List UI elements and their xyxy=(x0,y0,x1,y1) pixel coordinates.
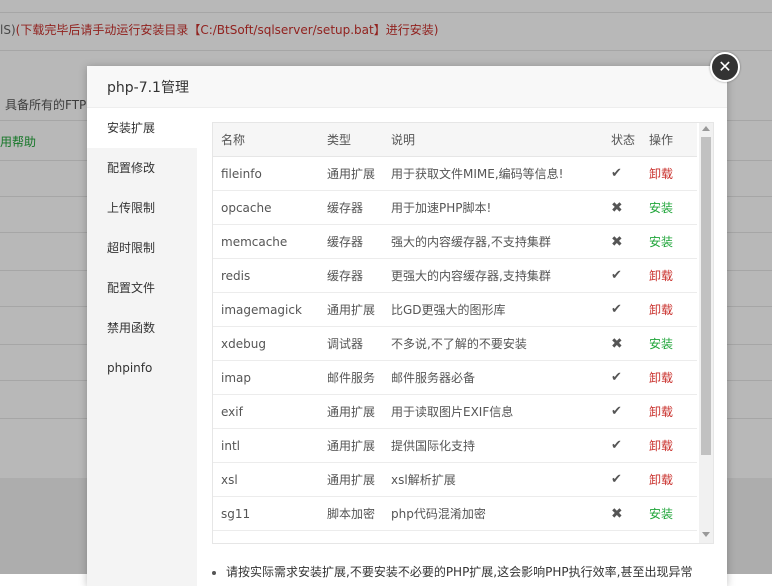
column-header-name: 名称 xyxy=(213,123,319,157)
extension-description: php代码混淆加密 xyxy=(383,496,603,531)
table-scrollbar[interactable] xyxy=(699,123,713,543)
not-installed-cross-icon: ✖ xyxy=(603,496,641,531)
scrollbar-thumb[interactable] xyxy=(701,137,711,455)
usage-tip: 请按实际需求安装扩展,不要安装不必要的PHP扩展,这会影响PHP执行效率,甚至出… xyxy=(212,563,692,580)
extension-type: 脚本加密 xyxy=(319,496,383,531)
nav-item-config-file[interactable]: 配置文件 xyxy=(87,268,197,308)
table-row: fileinfo 通用扩展 用于获取文件MIME,编码等信息! ✔ 卸载 xyxy=(213,156,697,191)
extension-type: 通用扩展 xyxy=(319,462,383,497)
extensions-table-container: 名称 类型 说明 状态 操作 fileinfo 通用扩展 用于获取文件MIME,编码… xyxy=(212,122,714,544)
extension-name: imagemagick xyxy=(213,292,319,327)
install-link[interactable]: 安装 xyxy=(641,326,697,361)
extension-name: xsl xyxy=(213,462,319,497)
extension-name: xdebug xyxy=(213,326,319,361)
install-link[interactable]: 安装 xyxy=(641,190,697,225)
extension-type: 邮件服务 xyxy=(319,360,383,395)
dialog-header: php-7.1管理 xyxy=(87,66,727,108)
extension-type: 通用扩展 xyxy=(319,394,383,429)
installed-check-icon: ✔ xyxy=(603,156,641,191)
uninstall-link[interactable]: 卸载 xyxy=(641,394,697,429)
extension-name: fileinfo xyxy=(213,156,319,191)
extension-description: xsl解析扩展 xyxy=(383,462,603,497)
extension-name: memcache xyxy=(213,224,319,259)
table-row: intl 通用扩展 提供国际化支持 ✔ 卸载 xyxy=(213,428,697,463)
table-row: imagemagick 通用扩展 比GD更强大的图形库 ✔ 卸载 xyxy=(213,292,697,327)
table-row: memcache 缓存器 强大的内容缓存器,不支持集群 ✖ 安装 xyxy=(213,224,697,259)
extensions-table: 名称 类型 说明 状态 操作 fileinfo 通用扩展 用于获取文件MIME,编码… xyxy=(213,123,697,531)
extension-description: 用于获取文件MIME,编码等信息! xyxy=(383,156,603,191)
table-row: xsl 通用扩展 xsl解析扩展 ✔ 卸载 xyxy=(213,462,697,497)
extension-description: 邮件服务器必备 xyxy=(383,360,603,395)
table-row: sg11 脚本加密 php代码混淆加密 ✖ 安装 xyxy=(213,496,697,531)
nav-item-timeout-limit[interactable]: 超时限制 xyxy=(87,228,197,268)
table-header-row: 名称 类型 说明 状态 操作 xyxy=(213,123,697,157)
uninstall-link[interactable]: 卸载 xyxy=(641,156,697,191)
extension-name: intl xyxy=(213,428,319,463)
extensions-table-body: fileinfo 通用扩展 用于获取文件MIME,编码等信息! ✔ 卸载 opcache 缓… xyxy=(213,156,697,531)
column-header-action: 操作 xyxy=(641,123,697,157)
installed-check-icon: ✔ xyxy=(603,360,641,395)
scroll-up-icon[interactable] xyxy=(702,126,710,131)
extension-name: opcache xyxy=(213,190,319,225)
extension-description: 用于加速PHP脚本! xyxy=(383,190,603,225)
dialog-title: php-7.1管理 xyxy=(107,80,189,96)
not-installed-cross-icon: ✖ xyxy=(603,190,641,225)
extension-description: 更强大的内容缓存器,支持集群 xyxy=(383,258,603,293)
nav-item-disabled-functions[interactable]: 禁用函数 xyxy=(87,308,197,348)
extension-description: 比GD更强大的图形库 xyxy=(383,292,603,327)
uninstall-link[interactable]: 卸载 xyxy=(641,258,697,293)
table-row: redis 缓存器 更强大的内容缓存器,支持集群 ✔ 卸载 xyxy=(213,258,697,293)
table-row: imap 邮件服务 邮件服务器必备 ✔ 卸载 xyxy=(213,360,697,395)
install-link[interactable]: 安装 xyxy=(641,496,697,531)
installed-check-icon: ✔ xyxy=(603,462,641,497)
installed-check-icon: ✔ xyxy=(603,394,641,429)
table-row: opcache 缓存器 用于加速PHP脚本! ✖ 安装 xyxy=(213,190,697,225)
nav-item-phpinfo[interactable]: phpinfo xyxy=(87,348,197,388)
extension-name: imap xyxy=(213,360,319,395)
uninstall-link[interactable]: 卸载 xyxy=(641,428,697,463)
close-icon[interactable]: ✕ xyxy=(710,52,740,82)
column-header-description: 说明 xyxy=(383,123,603,157)
extension-type: 调试器 xyxy=(319,326,383,361)
nav-item-config-edit[interactable]: 配置修改 xyxy=(87,148,197,188)
uninstall-link[interactable]: 卸载 xyxy=(641,360,697,395)
php-manage-dialog: php-7.1管理 安装扩展 配置修改 上传限制 超时限制 配置文件 禁用函数 … xyxy=(87,66,727,586)
extension-type: 通用扩展 xyxy=(319,428,383,463)
installed-check-icon: ✔ xyxy=(603,258,641,293)
table-row: exif 通用扩展 用于读取图片EXIF信息 ✔ 卸载 xyxy=(213,394,697,429)
uninstall-link[interactable]: 卸载 xyxy=(641,292,697,327)
install-link[interactable]: 安装 xyxy=(641,224,697,259)
column-header-type: 类型 xyxy=(319,123,383,157)
uninstall-link[interactable]: 卸载 xyxy=(641,462,697,497)
installed-check-icon: ✔ xyxy=(603,292,641,327)
nav-item-install-extensions[interactable]: 安装扩展 xyxy=(87,108,197,148)
extension-type: 通用扩展 xyxy=(319,156,383,191)
nav-item-upload-limit[interactable]: 上传限制 xyxy=(87,188,197,228)
installed-check-icon: ✔ xyxy=(603,428,641,463)
extension-type: 缓存器 xyxy=(319,258,383,293)
extension-type: 缓存器 xyxy=(319,190,383,225)
extension-description: 不多说,不了解的不要安装 xyxy=(383,326,603,361)
settings-nav: 安装扩展 配置修改 上传限制 超时限制 配置文件 禁用函数 phpinfo xyxy=(87,108,197,586)
extension-type: 缓存器 xyxy=(319,224,383,259)
table-row: xdebug 调试器 不多说,不了解的不要安装 ✖ 安装 xyxy=(213,326,697,361)
extension-name: sg11 xyxy=(213,496,319,531)
extension-name: exif xyxy=(213,394,319,429)
not-installed-cross-icon: ✖ xyxy=(603,326,641,361)
extension-description: 提供国际化支持 xyxy=(383,428,603,463)
column-header-status: 状态 xyxy=(603,123,641,157)
extension-description: 强大的内容缓存器,不支持集群 xyxy=(383,224,603,259)
extension-description: 用于读取图片EXIF信息 xyxy=(383,394,603,429)
extension-type: 通用扩展 xyxy=(319,292,383,327)
extension-name: redis xyxy=(213,258,319,293)
scroll-down-icon[interactable] xyxy=(702,532,710,537)
not-installed-cross-icon: ✖ xyxy=(603,224,641,259)
